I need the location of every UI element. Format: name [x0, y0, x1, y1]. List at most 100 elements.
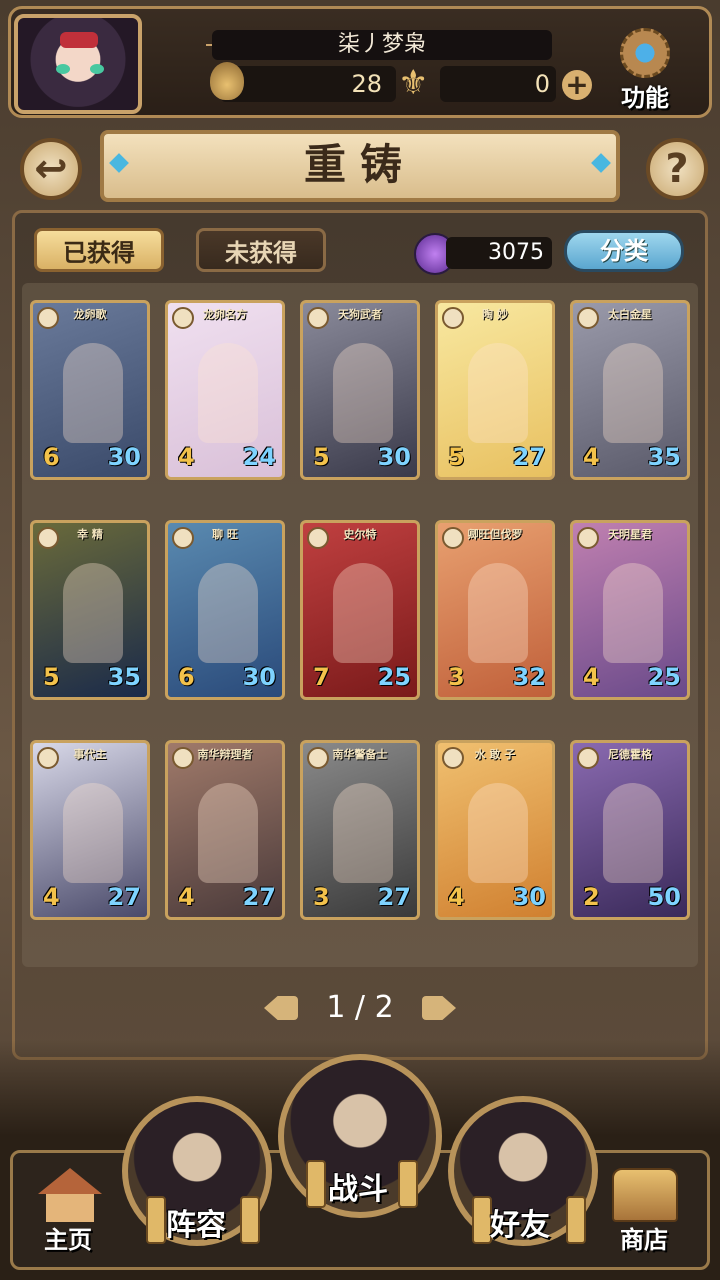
scroll-left [306, 1160, 326, 1208]
hero-card[interactable]: 南华警备士 3 27 [300, 740, 420, 920]
hero-power: 30 [377, 443, 411, 471]
gold-value: 0 [440, 66, 556, 102]
hero-portrait [468, 563, 528, 663]
hero-portrait [333, 563, 393, 663]
hero-power: 30 [242, 663, 276, 691]
hero-portrait [198, 343, 258, 443]
function-label: 功能 [621, 84, 669, 112]
hero-card[interactable]: 幸 精 5 35 [30, 520, 150, 700]
nav-shop-label: 商店 [620, 1226, 668, 1254]
hero-level: 5 [448, 443, 465, 471]
hero-power: 24 [242, 443, 276, 471]
butterfly-icon: ⚜ [398, 63, 429, 103]
stamina-value: 28 [220, 66, 396, 102]
hero-name: 陶 妙 [482, 308, 508, 321]
hero-name: 太白金星 [608, 308, 652, 321]
nav-battle-label: 战斗 [328, 1172, 388, 1207]
scroll-right [240, 1196, 260, 1244]
hero-power: 25 [647, 663, 681, 691]
hero-power: 35 [107, 663, 141, 691]
hero-name: 水 敢 子 [474, 748, 516, 761]
hero-power: 27 [512, 443, 546, 471]
hero-level: 4 [178, 443, 195, 471]
hero-portrait [333, 343, 393, 443]
nav-team-label: 阵容 [166, 1208, 226, 1243]
hero-level: 6 [178, 663, 195, 691]
hero-power: 27 [377, 883, 411, 911]
avatar-eye-left [56, 64, 70, 74]
hero-name: 龙卵歌 [73, 308, 107, 321]
hero-card[interactable]: 龙卵名方 4 24 [165, 300, 285, 480]
hero-level: 3 [313, 883, 330, 911]
page-title: 重铸 [100, 130, 620, 202]
hero-power: 27 [242, 883, 276, 911]
hero-power: 50 [647, 883, 681, 911]
hero-card[interactable]: 天狗武者 5 30 [300, 300, 420, 480]
hero-name: 事代主 [73, 748, 107, 761]
scroll-left [472, 1196, 492, 1244]
hero-level: 6 [43, 443, 60, 471]
scroll-right [566, 1196, 586, 1244]
hero-card[interactable]: 陶 妙 5 27 [435, 300, 555, 480]
hero-name: 天狗武者 [338, 308, 382, 321]
back-button[interactable]: ↩ [20, 138, 82, 200]
sort-button[interactable]: 分类 [564, 230, 684, 272]
hero-level: 4 [178, 883, 195, 911]
hero-card[interactable]: 卿旺但伐罗 3 32 [435, 520, 555, 700]
house-icon [38, 1168, 102, 1224]
scroll-right [398, 1160, 418, 1208]
hero-power: 27 [107, 883, 141, 911]
hero-name: 南华警备士 [332, 748, 388, 761]
hero-card[interactable]: 天明星君 4 25 [570, 520, 690, 700]
hero-card[interactable]: 太白金星 4 35 [570, 300, 690, 480]
hero-level: 7 [313, 663, 330, 691]
hero-portrait [603, 783, 663, 883]
hero-card[interactable]: 尼德霍格 2 50 [570, 740, 690, 920]
hero-name: 南华辩理者 [197, 748, 253, 761]
hero-name: 尼德霍格 [608, 748, 652, 761]
hero-name: 聊 旺 [212, 528, 238, 541]
hero-card[interactable]: 龙卵歌 6 30 [30, 300, 150, 480]
hero-portrait [198, 783, 258, 883]
hero-card[interactable]: 事代主 4 27 [30, 740, 150, 920]
hero-name: 卿旺但伐罗 [467, 528, 523, 541]
page-indicator: 1 / 2 [326, 990, 394, 1025]
hero-level: 4 [43, 883, 60, 911]
hero-portrait [63, 343, 123, 443]
tab-obtained[interactable]: 已获得 [34, 228, 164, 272]
nav-friends-label: 好友 [490, 1208, 550, 1243]
hero-card[interactable]: 南华辩理者 4 27 [165, 740, 285, 920]
hero-name: 龙卵名方 [203, 308, 247, 321]
hero-portrait [468, 783, 528, 883]
player-name: 柒丿梦枭 [212, 30, 552, 60]
function-button[interactable]: 功能 [614, 28, 676, 112]
hero-level: 4 [448, 883, 465, 911]
hero-level: 3 [448, 663, 465, 691]
hero-card[interactable]: 水 敢 子 4 30 [435, 740, 555, 920]
hero-level: 4 [583, 663, 600, 691]
hero-power: 30 [107, 443, 141, 471]
add-currency-button[interactable]: + [562, 70, 592, 100]
tab-not-obtained[interactable]: 未获得 [196, 228, 326, 272]
hero-level: 5 [313, 443, 330, 471]
gear-icon [620, 28, 670, 78]
hero-portrait [63, 783, 123, 883]
hero-name: 幸 精 [77, 528, 103, 541]
currency-value: 3075 [446, 237, 552, 269]
hero-power: 25 [377, 663, 411, 691]
hero-portrait [603, 343, 663, 443]
hero-portrait [603, 563, 663, 663]
hero-level: 5 [43, 663, 60, 691]
hero-name: 天明星君 [608, 528, 652, 541]
hero-card[interactable]: 聊 旺 6 30 [165, 520, 285, 700]
help-button[interactable]: ? [646, 138, 708, 200]
hero-portrait [198, 563, 258, 663]
hero-name: 史尔特 [343, 528, 377, 541]
hero-portrait [333, 783, 393, 883]
avatar-eye-right [90, 64, 104, 74]
player-avatar[interactable] [14, 14, 142, 114]
hero-power: 30 [512, 883, 546, 911]
hero-level: 4 [583, 443, 600, 471]
hero-card[interactable]: 史尔特 7 25 [300, 520, 420, 700]
hero-level: 2 [583, 883, 600, 911]
